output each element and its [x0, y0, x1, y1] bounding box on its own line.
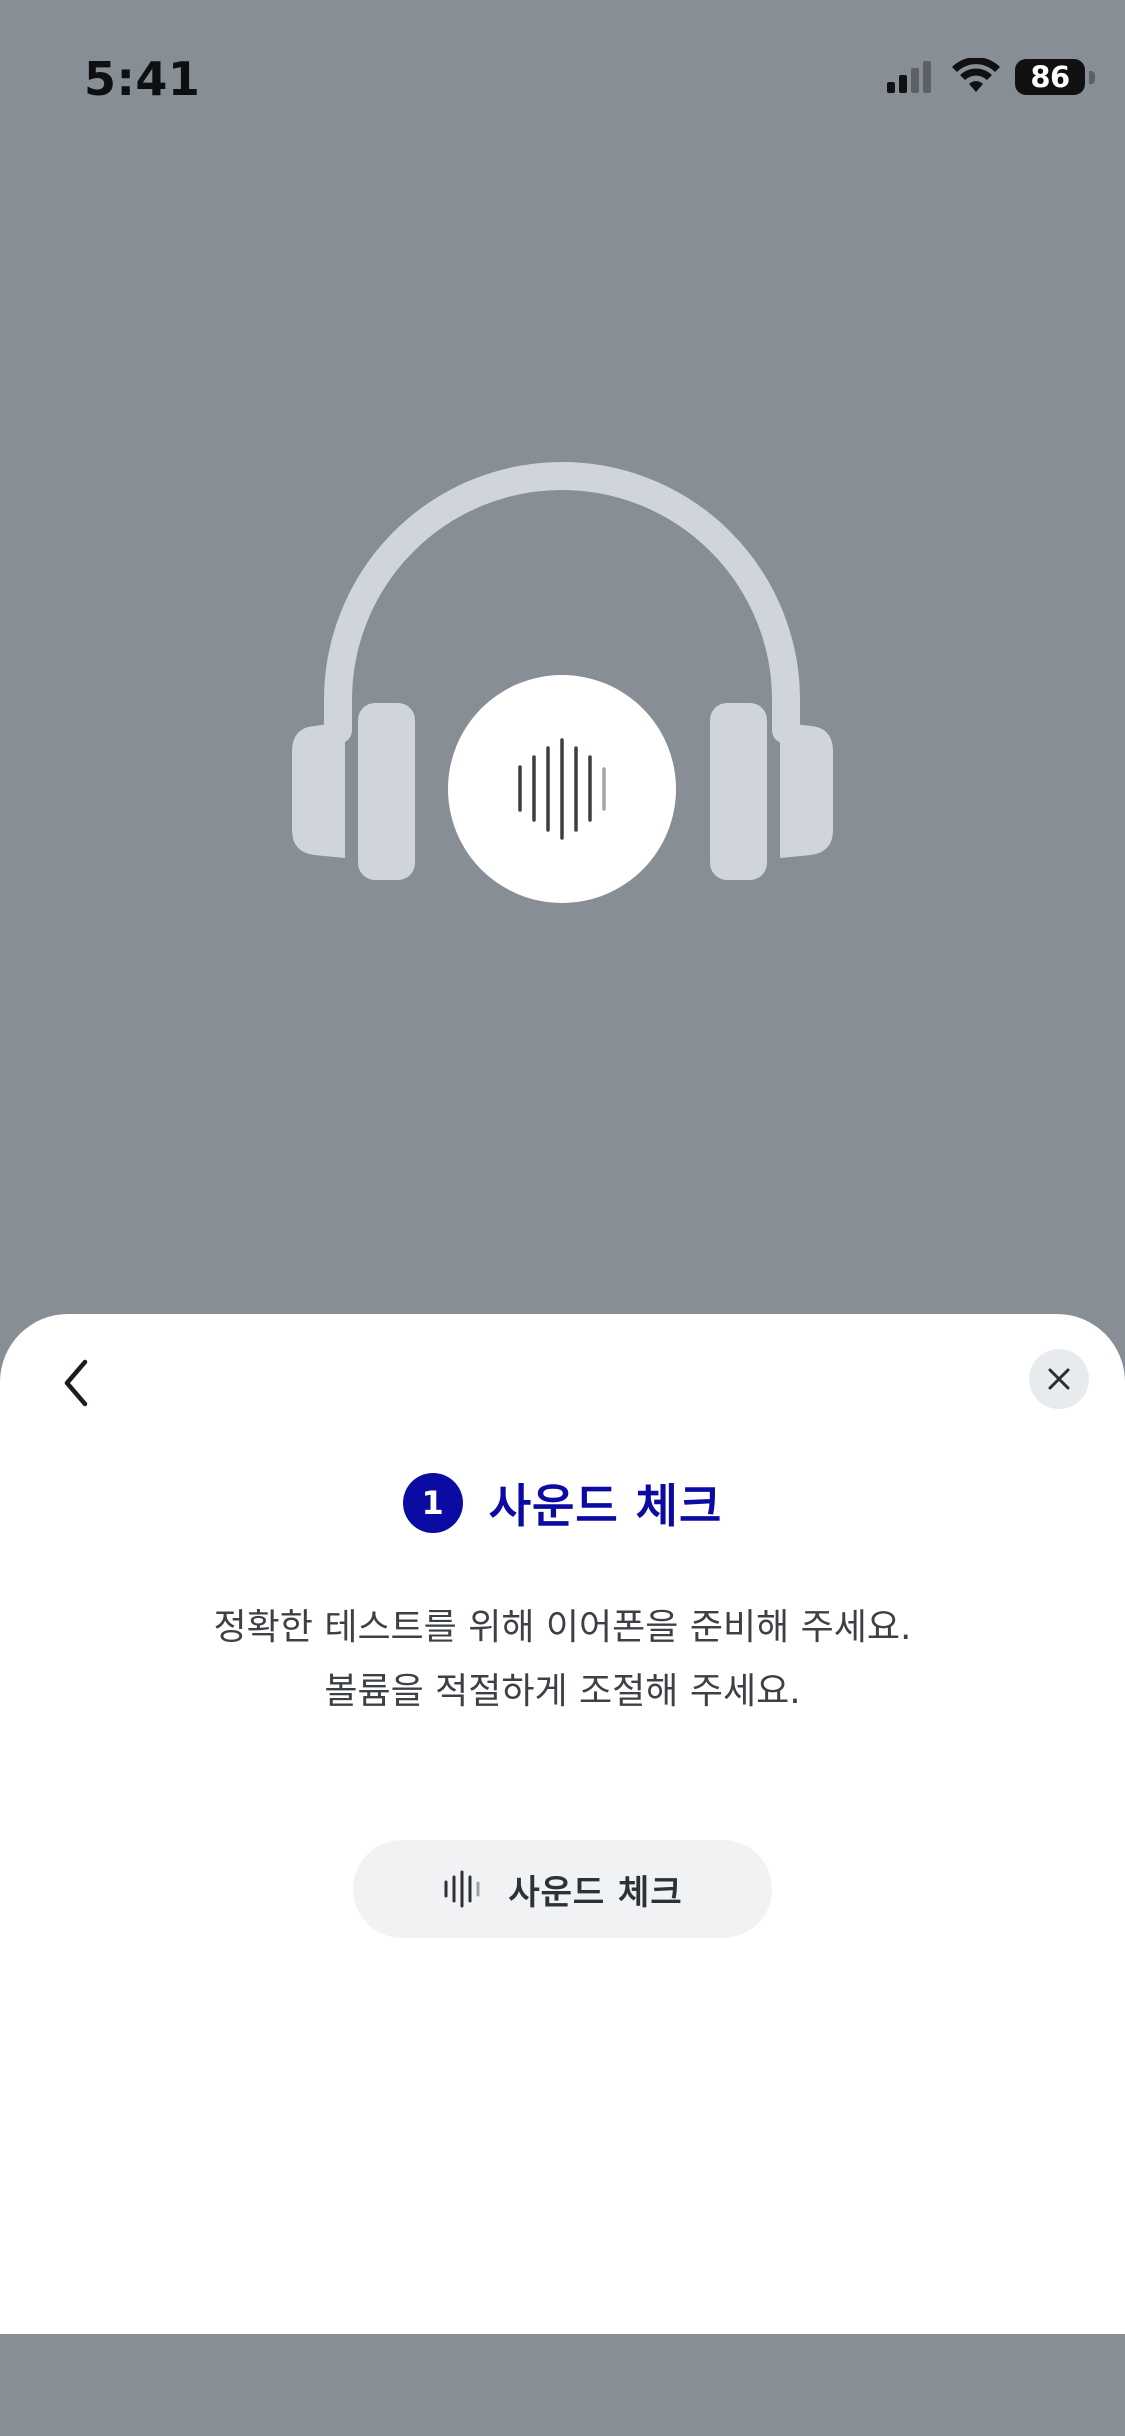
- sound-check-button-label: 사운드 체크: [508, 1872, 683, 1913]
- sound-check-button[interactable]: 사운드 체크: [353, 1840, 772, 1938]
- close-button[interactable]: [1029, 1349, 1089, 1409]
- soundwave-icon: [444, 1870, 480, 1908]
- step-number-badge: 1: [402, 1473, 463, 1533]
- instruction-line-1: 정확한 테스트를 위해 이어폰을 준비해 주세요.: [213, 1607, 912, 1648]
- bottom-sheet: 1 사운드 체크 정확한 테스트를 위해 이어폰을 준비해 주세요. 볼륨을 적…: [0, 1314, 1125, 2334]
- headphones-icon: [292, 462, 833, 903]
- step-title: 1 사운드 체크: [0, 1470, 1125, 1536]
- instruction-text: 정확한 테스트를 위해 이어폰을 준비해 주세요. 볼륨을 적절하게 조절해 주…: [0, 1596, 1125, 1724]
- close-icon: [1048, 1368, 1070, 1390]
- back-button[interactable]: [44, 1350, 110, 1416]
- instruction-line-2: 볼륨을 적절하게 조절해 주세요.: [324, 1671, 801, 1712]
- chevron-left-icon: [64, 1359, 88, 1407]
- hero-illustration: [0, 0, 1125, 1320]
- step-title-label: 사운드 체크: [488, 1479, 723, 1533]
